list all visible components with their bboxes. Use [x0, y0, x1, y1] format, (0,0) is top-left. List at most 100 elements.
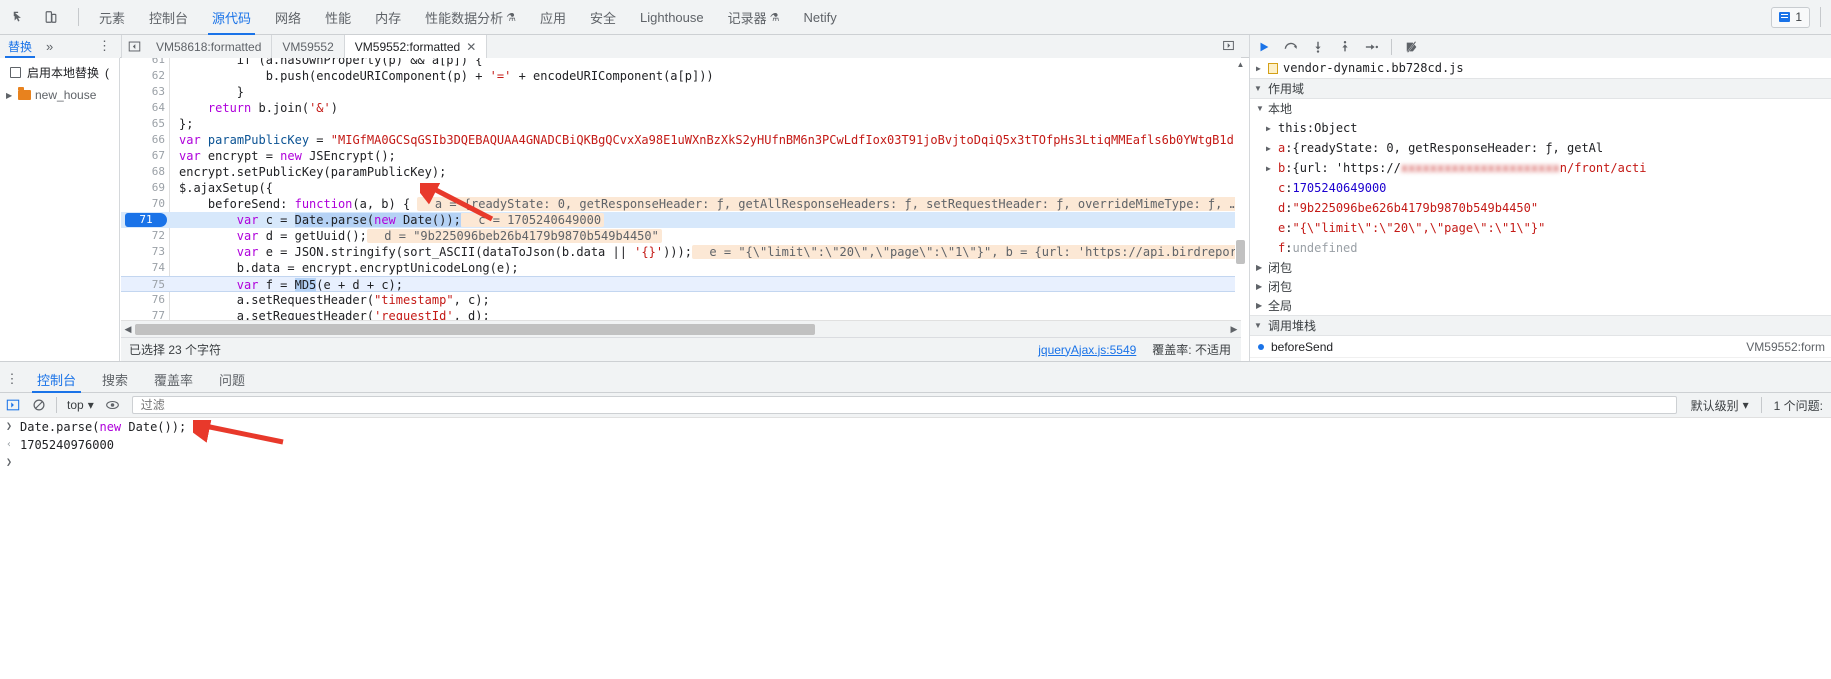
scope-variable-row[interactable]: ▶this: Object [1250, 118, 1831, 138]
global-scope-header[interactable]: ▶ 全局 [1250, 296, 1831, 315]
console-filter-input[interactable] [139, 397, 1676, 413]
code-line[interactable]: 68encrypt.setPublicKey(paramPublicKey); [121, 164, 1241, 180]
tab-overrides[interactable]: 替换 [0, 35, 40, 58]
callstack-frame[interactable]: beforeSendVM59552:form [1250, 336, 1831, 358]
chevron-right-icon[interactable]: ▶ [1266, 164, 1278, 173]
code-line[interactable]: 77 a.setRequestHeader('requestId', d); [121, 308, 1241, 320]
scope-variable-row[interactable]: f: undefined [1250, 238, 1831, 258]
tab-elements[interactable]: 元素 [87, 0, 137, 35]
line-number[interactable]: 68 [121, 164, 165, 180]
code-line[interactable]: 62 b.push(encodeURIComponent(p) + '=' + … [121, 68, 1241, 84]
source-code-editor[interactable]: 61 if (a.hasOwnProperty(p) && a[p]) {62 … [121, 58, 1241, 320]
line-number[interactable]: 65 [121, 116, 165, 132]
source-tab-vm58618[interactable]: VM58618:formatted [146, 35, 272, 58]
step-out-icon[interactable] [1331, 35, 1358, 58]
console-prompt-line[interactable]: ❯ [0, 454, 1831, 472]
tab-memory[interactable]: 内存 [363, 0, 413, 35]
code-line[interactable]: 76 a.setRequestHeader("timestamp", c); [121, 292, 1241, 308]
message-count-badge[interactable]: 1 [1771, 7, 1810, 28]
line-number[interactable]: 74 [121, 260, 165, 276]
chevron-right-icon[interactable]: ▶ [1256, 301, 1268, 310]
code-line[interactable]: 69$.ajaxSetup({ [121, 180, 1241, 196]
closure-scope-2[interactable]: ▶ 闭包 [1250, 277, 1831, 296]
source-tab-vm59552[interactable]: VM59552 [272, 35, 344, 58]
enable-local-overrides-row[interactable]: 启用本地替换 ( [0, 58, 119, 85]
code-line[interactable]: 67var encrypt = new JSEncrypt(); [121, 148, 1241, 164]
line-number[interactable]: 75 [121, 277, 165, 293]
line-number[interactable]: 76 [121, 292, 165, 308]
code-line[interactable]: 74 b.data = encrypt.encryptUnicodeLong(e… [121, 260, 1241, 276]
code-line[interactable]: 61 if (a.hasOwnProperty(p) && a[p]) { [121, 58, 1241, 68]
chevron-right-icon[interactable]: ▶ [1256, 282, 1268, 291]
deactivate-breakpoints-icon[interactable] [1398, 35, 1425, 58]
step-icon[interactable] [1358, 35, 1385, 58]
line-number[interactable]: 69 [121, 180, 165, 196]
source-tab-vm59552-formatted[interactable]: VM59552:formatted✕ [345, 35, 487, 58]
tab-performance[interactable]: 性能 [313, 0, 363, 35]
execution-context-selector[interactable]: top ▾ [61, 398, 100, 412]
code-line[interactable]: 64 return b.join('&') [121, 100, 1241, 116]
enable-overrides-checkbox[interactable] [10, 67, 21, 78]
step-over-icon[interactable] [1277, 35, 1304, 58]
resume-script-icon[interactable] [1250, 35, 1277, 58]
step-into-icon[interactable] [1304, 35, 1331, 58]
closure-scope-1[interactable]: ▶ 闭包 [1250, 258, 1831, 277]
chevron-down-icon[interactable]: ▼ [1254, 84, 1268, 93]
scope-variable-row[interactable]: ▶a: {readyState: 0, getResponseHeader: ƒ… [1250, 138, 1831, 158]
panel-collapse-icon[interactable] [122, 35, 146, 58]
editor-horizontal-scrollbar[interactable]: ◀ ▶ [121, 320, 1241, 337]
console-filter-field[interactable] [132, 396, 1677, 414]
tab-console[interactable]: 控制台 [137, 0, 200, 35]
tab-network[interactable]: 网络 [263, 0, 313, 35]
code-line[interactable]: 72 var d = getUuid(); d = "9b225096beb26… [121, 228, 1241, 244]
scope-variable-row[interactable]: d: "9b225096be626b4179b9870b549b4450" [1250, 198, 1831, 218]
tab-netify[interactable]: Netify [792, 0, 849, 35]
close-icon[interactable]: ✕ [466, 40, 476, 54]
hscrollbar-thumb[interactable] [135, 324, 815, 335]
console-sidebar-icon[interactable] [0, 393, 26, 418]
frame-location[interactable]: VM59552:form [1746, 340, 1831, 354]
chevron-down-icon[interactable]: ▼ [1254, 321, 1268, 330]
line-number[interactable]: 67 [121, 148, 165, 164]
line-number[interactable]: 70 [121, 196, 165, 212]
scope-variable-row[interactable]: e: "{\"limit\":\"20\",\"page\":\"1\"}" [1250, 218, 1831, 238]
navigator-menu-icon[interactable]: ⋮ [98, 39, 111, 52]
code-line[interactable]: 63 } [121, 84, 1241, 100]
overrides-folder-row[interactable]: ▶ new_house [0, 85, 119, 105]
line-number[interactable]: 61 [121, 58, 165, 68]
inspect-icon[interactable] [6, 4, 32, 30]
drawer-tab-search[interactable]: 搜索 [89, 366, 141, 393]
console-input-line[interactable]: ❯Date.parse(new Date()); [0, 418, 1831, 436]
drawer-tab-console[interactable]: 控制台 [24, 366, 89, 393]
drawer-tab-issues[interactable]: 问题 [206, 366, 258, 393]
code-line[interactable]: 73 var e = JSON.stringify(sort_ASCII(dat… [121, 244, 1241, 260]
navigator-more-tabs-icon[interactable]: » [40, 39, 59, 54]
console-issues-label[interactable]: 1 个问题: [1766, 397, 1831, 414]
drawer-tab-coverage[interactable]: 覆盖率 [141, 366, 206, 393]
chevron-down-icon[interactable]: ▼ [1256, 104, 1268, 113]
code-line[interactable]: 66var paramPublicKey = "MIGfMA0GCSqGSIb3… [121, 132, 1241, 148]
line-number[interactable]: 72 [121, 228, 165, 244]
breakpoint-line-number[interactable]: 71 [125, 213, 167, 227]
chevron-right-icon[interactable]: ▶ [1256, 64, 1268, 73]
console-log-level-selector[interactable]: 默认级别 ▾ [1683, 397, 1757, 414]
line-number[interactable]: 64 [121, 100, 165, 116]
breakpoint-file-row[interactable]: ▶ vendor-dynamic.bb728cd.js [1250, 58, 1831, 78]
code-line[interactable]: 70 beforeSend: function(a, b) { a = {rea… [121, 196, 1241, 212]
code-line[interactable]: 75 var f = MD5(e + d + c); [121, 276, 1241, 292]
source-location-link[interactable]: jqueryAjax.js:5549 [1038, 343, 1136, 357]
scope-variable-row[interactable]: ▶b: {url: 'https://xxxxxxxxxxxxxxxxxxxxx… [1250, 158, 1831, 178]
line-number[interactable]: 73 [121, 244, 165, 260]
code-line[interactable]: 65}; [121, 116, 1241, 132]
chevron-right-icon[interactable]: ▶ [1266, 124, 1278, 133]
scroll-left-icon[interactable]: ◀ [121, 324, 135, 335]
tab-performance-insights[interactable]: 性能数据分析⚗ [413, 0, 528, 35]
scope-section-header[interactable]: ▼ 作用域 [1250, 78, 1831, 99]
live-expression-icon[interactable] [100, 393, 126, 418]
tab-application[interactable]: 应用 [528, 0, 578, 35]
tab-sources[interactable]: 源代码 [200, 0, 263, 35]
source-tabs-more-icon[interactable] [1222, 39, 1241, 55]
chevron-right-icon[interactable]: ▶ [1256, 263, 1268, 272]
chevron-right-icon[interactable]: ▶ [6, 91, 14, 100]
tab-recorder[interactable]: 记录器⚗ [716, 0, 792, 35]
